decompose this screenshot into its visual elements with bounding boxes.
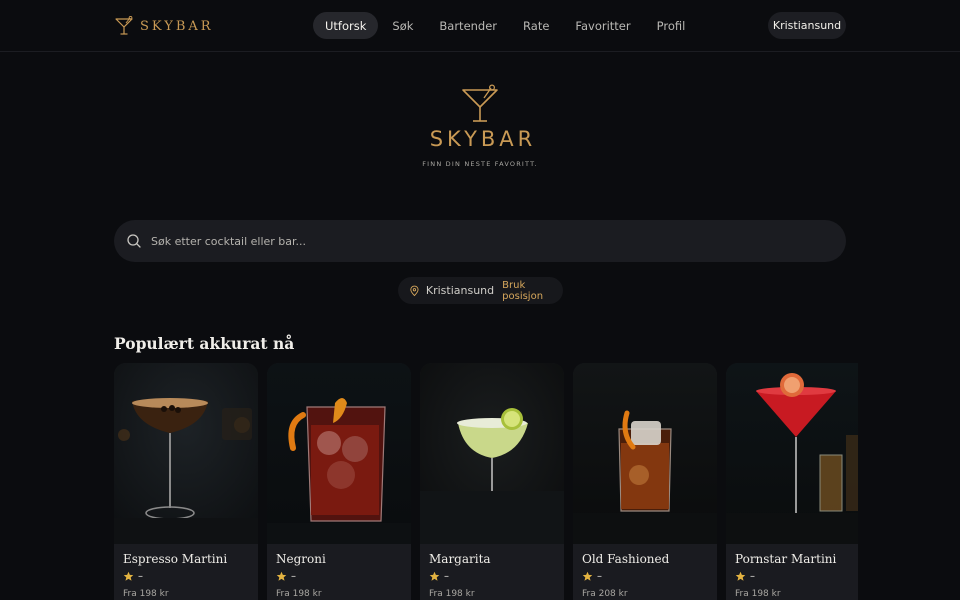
cocktail-price: Fra 198 kr: [735, 589, 781, 599]
rating-value: –: [138, 571, 143, 582]
martini-logo-icon: [115, 16, 133, 35]
location-pin-icon: [410, 285, 419, 296]
cocktail-image: [573, 363, 717, 544]
cocktail-name: Old Fashioned: [582, 552, 670, 566]
rating-value: –: [444, 571, 449, 582]
cocktail-card[interactable]: Negroni – Fra 198 kr: [267, 363, 411, 600]
popular-carousel[interactable]: Espresso Martini – Fra 198 kr Negroni – …: [114, 363, 858, 600]
cocktail-rating: –: [429, 571, 449, 582]
rating-value: –: [750, 571, 755, 582]
hero-tagline: FINN DIN NESTE FAVORITT.: [422, 160, 538, 168]
city-selector-button[interactable]: Kristiansund: [768, 12, 846, 39]
search-icon: [127, 234, 141, 248]
search-input[interactable]: [151, 234, 751, 248]
use-location-button[interactable]: Bruk posisjon: [502, 280, 563, 302]
brand-name: SKYBAR: [140, 18, 214, 34]
nav-sok[interactable]: Søk: [380, 12, 425, 39]
star-icon: [735, 571, 746, 581]
top-nav: SKYBAR Utforsk Søk Bartender Rate Favori…: [0, 0, 960, 52]
cocktail-image: [267, 363, 411, 544]
cocktail-price: Fra 198 kr: [123, 589, 169, 599]
nav-favoritter[interactable]: Favoritter: [563, 12, 642, 39]
star-icon: [276, 571, 287, 581]
cocktail-name: Margarita: [429, 552, 491, 566]
cocktail-price: Fra 198 kr: [276, 589, 322, 599]
cocktail-card[interactable]: Old Fashioned – Fra 208 kr: [573, 363, 717, 600]
star-icon: [582, 571, 593, 581]
nav-profil[interactable]: Profil: [645, 12, 698, 39]
cocktail-rating: –: [582, 571, 602, 582]
cocktail-image: [726, 363, 858, 544]
cocktail-image: [420, 363, 564, 544]
cocktail-price: Fra 198 kr: [429, 589, 475, 599]
cocktail-name: Negroni: [276, 552, 326, 566]
cocktail-image: [114, 363, 258, 544]
nav-rate[interactable]: Rate: [511, 12, 561, 39]
cocktail-rating: –: [276, 571, 296, 582]
brand-logo[interactable]: SKYBAR: [114, 16, 214, 36]
martini-hero-icon: [462, 84, 498, 122]
cocktail-rating: –: [123, 571, 143, 582]
rating-value: –: [597, 571, 602, 582]
location-city: Kristiansund: [425, 284, 495, 297]
nav-utforsk[interactable]: Utforsk: [313, 12, 379, 39]
hero-logo: SKYBAR FINN DIN NESTE FAVORITT.: [0, 84, 960, 168]
star-icon: [123, 571, 134, 581]
popular-section-title: Populært akkurat nå: [114, 334, 295, 353]
cocktail-rating: –: [735, 571, 755, 582]
cocktail-card[interactable]: Espresso Martini – Fra 198 kr: [114, 363, 258, 600]
location-pill: Kristiansund Bruk posisjon: [398, 277, 563, 304]
nav-bartender[interactable]: Bartender: [427, 12, 509, 39]
cocktail-card[interactable]: Pornstar Martini – Fra 198 kr: [726, 363, 858, 600]
cocktail-name: Pornstar Martini: [735, 552, 837, 566]
rating-value: –: [291, 571, 296, 582]
cocktail-card[interactable]: Margarita – Fra 198 kr: [420, 363, 564, 600]
cocktail-price: Fra 208 kr: [582, 589, 628, 599]
nav-links: Utforsk Søk Bartender Rate Favoritter Pr…: [313, 12, 699, 39]
star-icon: [429, 571, 440, 581]
cocktail-name: Espresso Martini: [123, 552, 228, 566]
search-bar[interactable]: [114, 220, 846, 262]
hero-title: SKYBAR: [429, 127, 537, 151]
